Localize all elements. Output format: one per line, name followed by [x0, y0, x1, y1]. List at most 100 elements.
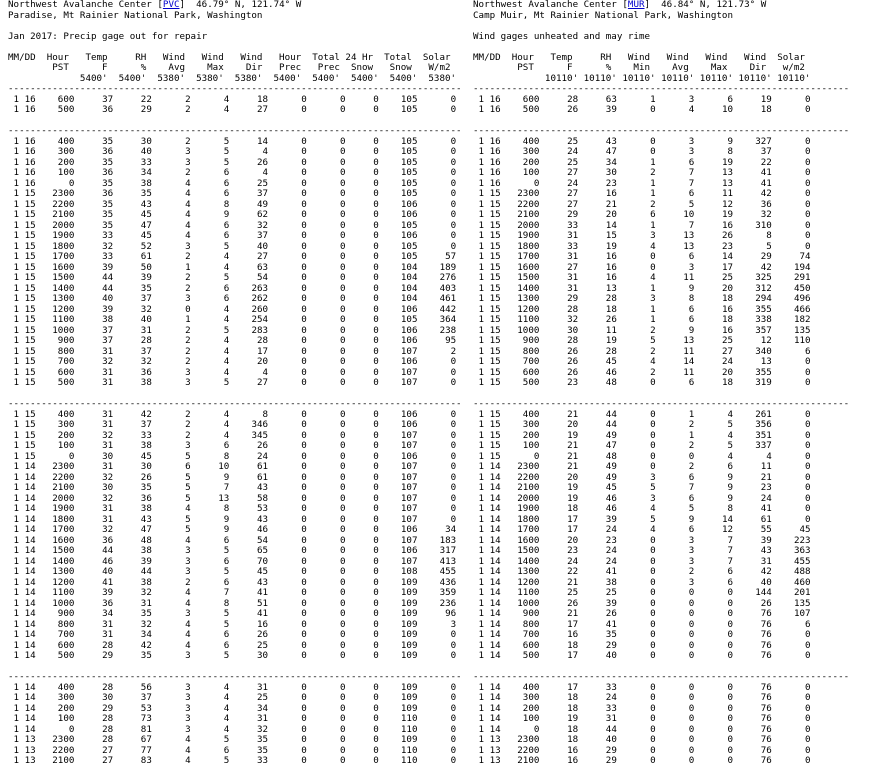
table-cell: 26: [578, 314, 617, 325]
table-cell: 0: [345, 597, 379, 609]
table-cell: 36: [74, 597, 114, 609]
table-cell: 6: [190, 576, 230, 588]
table-cell: 3: [151, 723, 191, 735]
table-cell: 106: [378, 545, 418, 556]
table-cell: 21: [539, 450, 579, 462]
table-cell: 0: [268, 566, 307, 577]
table-cell: 0: [417, 492, 457, 504]
table-cell: 1: [616, 177, 656, 189]
table-cell: 41: [733, 503, 772, 514]
table-cell: 23: [539, 545, 579, 556]
table-cell: 12: [733, 335, 772, 346]
table-cell: 0: [268, 618, 307, 630]
table-cell: 48: [578, 450, 617, 462]
table-cell: 0: [306, 104, 346, 115]
table-cell: 38: [113, 177, 152, 189]
table-cell: 1 16: [473, 93, 501, 105]
table-cell: 35: [74, 177, 114, 189]
pvc-data-table: ----------------------------------------…: [8, 84, 460, 767]
table-cell: 1 16: [473, 167, 501, 178]
table-cell: 0: [694, 692, 734, 703]
table-cell: 11: [578, 324, 617, 336]
table-cell: 16: [539, 744, 579, 756]
table-cell: 61: [229, 461, 269, 472]
table-cell: 5: [616, 482, 656, 493]
table-cell: 1: [616, 188, 656, 199]
table-cell: 1 14: [473, 587, 501, 598]
table-cell: 37: [74, 324, 114, 336]
table-cell: 1200: [500, 576, 540, 588]
table-cell: 0: [694, 755, 734, 766]
table-cell: 325: [733, 272, 772, 283]
table-cell: 105: [378, 167, 418, 178]
table-cell: 9: [694, 482, 734, 493]
table-cell: 2: [151, 429, 191, 441]
table-cell: 1800: [500, 513, 540, 525]
table-cell: 31: [113, 597, 152, 609]
table-cell: 0: [345, 566, 379, 577]
table-cell: 5: [190, 146, 230, 157]
table-cell: 0: [268, 135, 307, 147]
table-cell: 61: [229, 471, 269, 483]
table-cell: 0: [771, 471, 811, 483]
table-cell: 0: [417, 513, 457, 525]
table-cell: 0: [417, 93, 457, 105]
table-cell: 0: [616, 755, 656, 766]
table-cell: 466: [771, 303, 811, 315]
table-cell: 310: [733, 219, 772, 231]
table-cell: 0: [694, 587, 734, 598]
table-cell: 81: [113, 723, 152, 735]
table-cell: 8: [190, 503, 230, 514]
table-cell: 351: [733, 429, 772, 441]
table-cell: 2: [151, 576, 191, 588]
table-cell: 76: [733, 744, 772, 756]
table-cell: 106: [378, 324, 418, 336]
table-cell: 105: [378, 93, 418, 105]
table-cell: 35: [74, 135, 114, 147]
table-cell: 0: [771, 377, 811, 388]
table-cell: 33: [539, 219, 579, 231]
pvc-station-link[interactable]: PVC: [163, 0, 180, 10]
table-cell: 2200: [500, 744, 540, 756]
table-cell: 37: [113, 692, 152, 703]
table-cell: 3: [151, 681, 191, 693]
table-cell: 3: [655, 534, 695, 546]
mur-station-link[interactable]: MUR: [628, 0, 645, 10]
table-cell: 20: [578, 209, 617, 220]
table-cell: 0: [268, 104, 307, 115]
table-cell: 0: [345, 240, 379, 252]
table-cell: 39: [74, 303, 114, 315]
table-cell: 7: [655, 177, 695, 189]
table-cell: 7: [190, 587, 230, 598]
table-cell: 0: [345, 482, 379, 493]
table-cell: 0: [771, 734, 811, 745]
table-cell: 1 15: [8, 303, 36, 315]
table-cell: 33: [113, 429, 152, 441]
table-cell: 338: [733, 314, 772, 325]
table-cell: 106: [378, 408, 418, 420]
table-cell: 31: [539, 282, 579, 294]
table-cell: 5: [151, 450, 191, 462]
table-cell: 107: [378, 482, 418, 493]
table-cell: 2: [655, 440, 695, 451]
table-cell: 53: [229, 503, 269, 514]
table-cell: 0: [417, 209, 457, 220]
table-cell: 1 14: [473, 513, 501, 525]
table-cell: 41: [74, 576, 114, 588]
table-cell: 24: [578, 692, 617, 703]
table-cell: 23: [578, 534, 617, 546]
table-cell: 0: [771, 93, 811, 105]
table-cell: 0: [771, 188, 811, 199]
table-cell: 0: [268, 723, 307, 735]
table-cell: 11: [694, 188, 734, 199]
table-cell: 34: [417, 524, 457, 535]
table-cell: 39: [74, 261, 114, 273]
table-cell: 1 16: [8, 177, 36, 189]
table-cell: 8: [694, 146, 734, 157]
table-cell: 0: [500, 450, 540, 462]
table-cell: 50: [113, 261, 152, 273]
table-cell: 4: [733, 450, 772, 462]
table-cell: 16: [694, 303, 734, 315]
table-cell: 3: [655, 261, 695, 273]
table-cell: 1500: [35, 272, 75, 283]
